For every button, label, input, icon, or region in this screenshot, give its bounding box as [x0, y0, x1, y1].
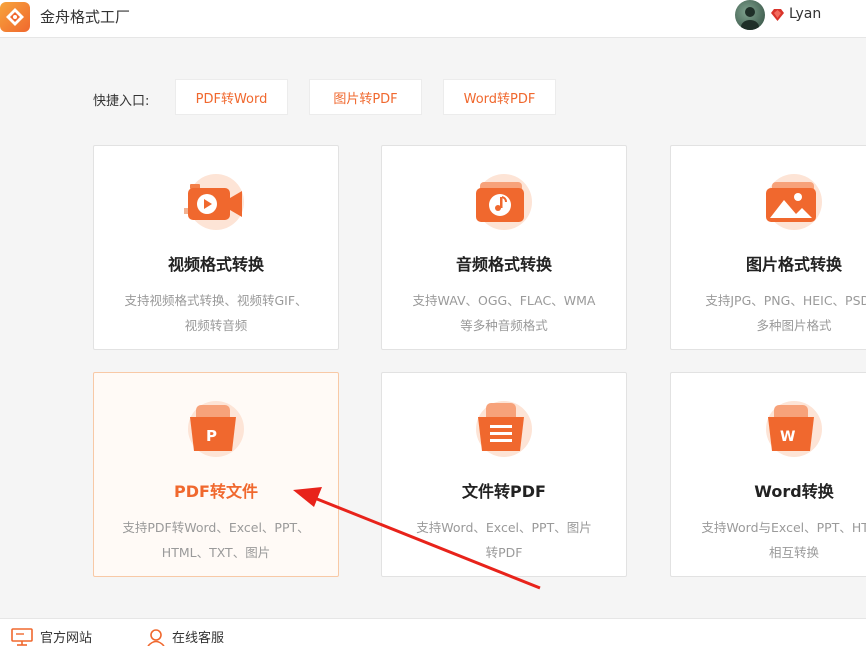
- card-description: 支持Word与Excel、PPT、HTML 相互转换: [679, 515, 866, 565]
- card-description: 支持JPG、PNG、HEIC、PSD等 多种图片格式: [679, 288, 866, 338]
- card-desc-line: 支持Word与Excel、PPT、HTML: [701, 520, 866, 535]
- footer-bar: 官方网站 在线客服: [0, 618, 866, 650]
- card-description: 支持PDF转Word、Excel、PPT、 HTML、TXT、图片: [102, 515, 330, 565]
- card-desc-line: 相互转换: [768, 545, 819, 560]
- quick-pdf-to-word-button[interactable]: PDF转Word: [175, 79, 288, 115]
- card-desc-line: HTML、TXT、图片: [161, 545, 271, 560]
- vip-diamond-icon: [770, 7, 785, 26]
- card-title: 视频格式转换: [167, 255, 264, 274]
- card-desc-line: 多种图片格式: [756, 318, 832, 333]
- card-title: Word转换: [754, 482, 834, 501]
- online-service-label: 在线客服: [172, 631, 225, 646]
- card-desc-line: 视频转音频: [184, 318, 248, 333]
- quick-image-to-pdf-button[interactable]: 图片转PDF: [309, 79, 422, 115]
- card-desc-line: 支持视频格式转换、视频转GIF、: [124, 293, 308, 308]
- card-description: 支持Word、Excel、PPT、图片 转PDF: [390, 515, 618, 565]
- video-camera-icon: [94, 168, 338, 232]
- app-logo-icon: [0, 2, 30, 32]
- svg-text:P: P: [206, 427, 217, 445]
- pdf-file-icon: P: [94, 395, 338, 459]
- card-video-conversion[interactable]: 视频格式转换 支持视频格式转换、视频转GIF、 视频转音频: [93, 145, 339, 350]
- document-icon: [382, 395, 626, 459]
- official-site-link[interactable]: 官方网站: [10, 627, 92, 646]
- card-title: PDF转文件: [174, 482, 258, 501]
- music-note-icon: [382, 168, 626, 232]
- card-title: 音频格式转换: [455, 255, 552, 274]
- title-bar: 金舟格式工厂 Lyan: [0, 0, 866, 38]
- quick-access-label: 快捷入口:: [93, 94, 150, 109]
- card-audio-conversion[interactable]: 音频格式转换 支持WAV、OGG、FLAC、WMA 等多种音频格式: [381, 145, 627, 350]
- word-file-icon: W: [671, 395, 866, 459]
- app-title: 金舟格式工厂: [40, 8, 131, 26]
- card-word-conversion[interactable]: W Word转换 支持Word与Excel、PPT、HTML 相互转换: [670, 372, 866, 577]
- card-desc-line: 等多种音频格式: [460, 318, 548, 333]
- card-file-to-pdf[interactable]: 文件转PDF 支持Word、Excel、PPT、图片 转PDF: [381, 372, 627, 577]
- card-image-conversion[interactable]: 图片格式转换 支持JPG、PNG、HEIC、PSD等 多种图片格式: [670, 145, 866, 350]
- svg-text:W: W: [780, 429, 795, 445]
- card-desc-line: 支持Word、Excel、PPT、图片: [416, 520, 592, 535]
- card-title: 图片格式转换: [745, 255, 842, 274]
- monitor-icon: [11, 627, 33, 646]
- card-desc-line: 转PDF: [485, 545, 523, 560]
- user-name[interactable]: Lyan: [789, 6, 821, 22]
- official-site-label: 官方网站: [40, 631, 93, 646]
- card-pdf-to-file[interactable]: P PDF转文件 支持PDF转Word、Excel、PPT、 HTML、TXT、…: [93, 372, 339, 577]
- image-icon: [671, 168, 866, 232]
- quick-word-to-pdf-button[interactable]: Word转PDF: [443, 79, 556, 115]
- card-description: 支持WAV、OGG、FLAC、WMA 等多种音频格式: [390, 288, 618, 338]
- customer-service-icon: [147, 628, 165, 646]
- card-title: 文件转PDF: [462, 482, 546, 501]
- card-description: 支持视频格式转换、视频转GIF、 视频转音频: [102, 288, 330, 338]
- card-desc-line: 支持JPG、PNG、HEIC、PSD等: [705, 293, 866, 308]
- card-desc-line: 支持WAV、OGG、FLAC、WMA: [412, 293, 596, 308]
- card-desc-line: 支持PDF转Word、Excel、PPT、: [122, 520, 310, 535]
- avatar[interactable]: [735, 0, 765, 30]
- online-service-link[interactable]: 在线客服: [146, 627, 224, 646]
